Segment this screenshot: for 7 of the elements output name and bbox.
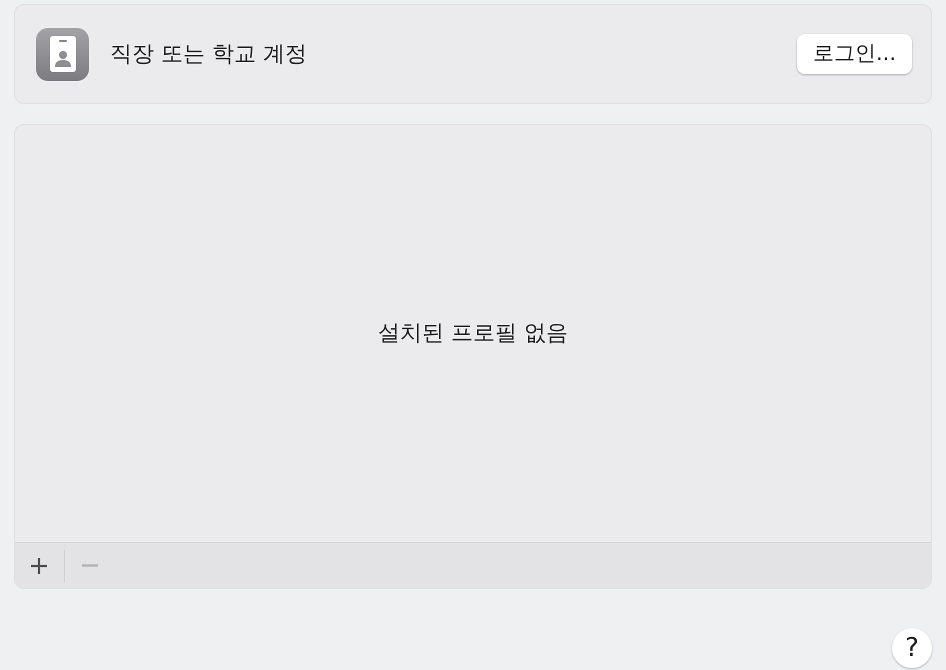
account-title: 직장 또는 학교 계정 [110, 40, 308, 68]
id-badge-icon [36, 28, 89, 80]
plus-icon [29, 556, 49, 576]
empty-message: 설치된 프로필 없음 [378, 320, 568, 348]
minus-icon [82, 564, 98, 567]
login-button[interactable]: 로그인... [796, 34, 912, 74]
help-button[interactable]: ? [892, 628, 932, 668]
